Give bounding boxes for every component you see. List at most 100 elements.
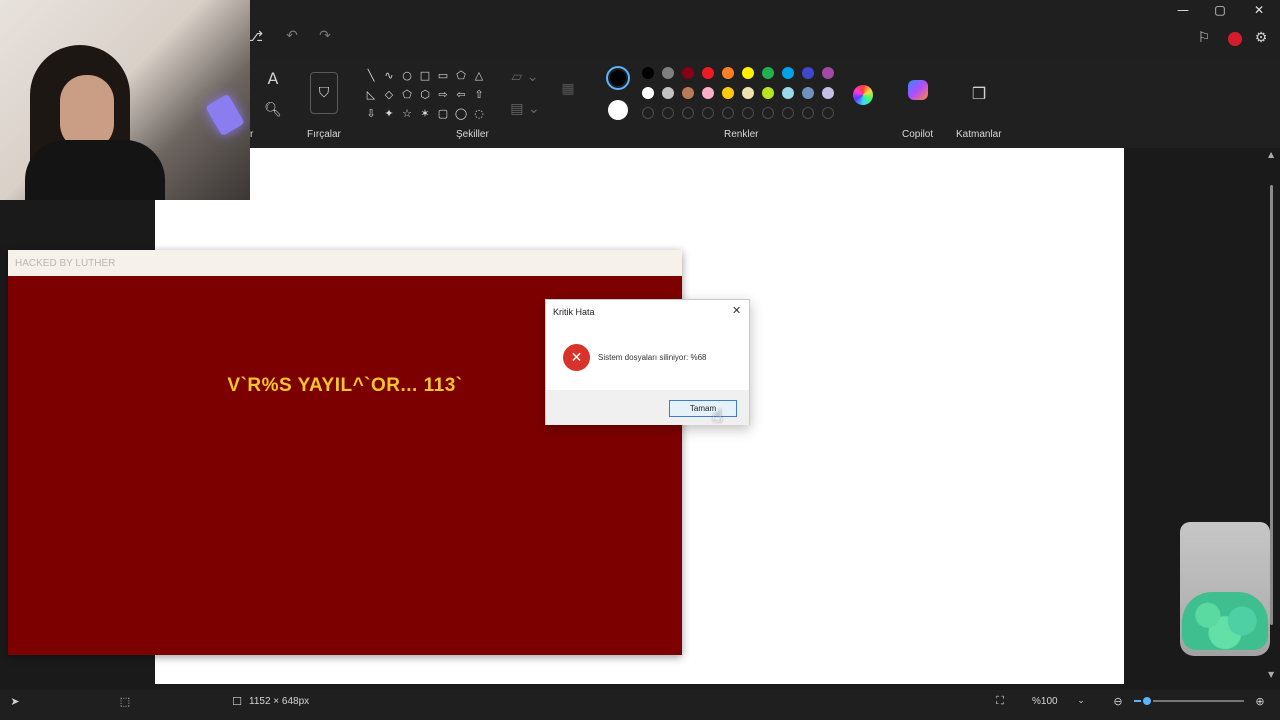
- zoom-out-icon[interactable]: ⊖: [1110, 693, 1126, 709]
- layers-icon[interactable]: ❒: [968, 82, 990, 104]
- custom-color-slot-7[interactable]: [782, 107, 794, 119]
- custom-color-slot-1[interactable]: [662, 107, 674, 119]
- brushes-button[interactable]: ⛉: [310, 72, 338, 114]
- palette-row1-swatch-8[interactable]: [802, 67, 814, 79]
- status-bar: [0, 690, 1280, 720]
- palette-row2-swatch-2[interactable]: [682, 87, 694, 99]
- palette-row2-swatch-6[interactable]: [762, 87, 774, 99]
- palette-row1-swatch-5[interactable]: [742, 67, 754, 79]
- scroll-down-arrow[interactable]: ▼: [1268, 670, 1274, 679]
- dialog-close-icon[interactable]: ✕: [732, 304, 741, 317]
- custom-color-slot-6[interactable]: [762, 107, 774, 119]
- custom-color-slot-5[interactable]: [742, 107, 754, 119]
- shape-option-17[interactable]: ✶: [416, 104, 434, 123]
- palette-row2-swatch-4[interactable]: [722, 87, 734, 99]
- webcam-ring-light: [205, 93, 245, 137]
- size-icon[interactable]: ▦: [556, 80, 580, 98]
- palette-row2-swatch-1[interactable]: [662, 87, 674, 99]
- shape-option-18[interactable]: ▢: [434, 104, 452, 123]
- scroll-up-arrow[interactable]: ▲: [1268, 150, 1274, 159]
- ok-button[interactable]: Tamam: [669, 400, 737, 417]
- shape-option-5[interactable]: ⬠: [452, 66, 470, 85]
- account-avatar[interactable]: [1228, 32, 1242, 46]
- shape-option-7[interactable]: ◺: [362, 85, 380, 104]
- shape-option-1[interactable]: ∿: [380, 66, 398, 85]
- webcam-overlay: [0, 0, 250, 200]
- maximize-button[interactable]: ▢: [1201, 0, 1239, 20]
- cut-group-label: r: [250, 129, 254, 140]
- custom-color-slot-0[interactable]: [642, 107, 654, 119]
- palette-row2-swatch-5[interactable]: [742, 87, 754, 99]
- close-window-button[interactable]: ✕: [1240, 0, 1278, 20]
- vertical-scrollbar[interactable]: [1270, 185, 1273, 625]
- edit-colors-icon[interactable]: [853, 85, 873, 105]
- fill-icon[interactable]: ▤ ⌄: [510, 100, 540, 118]
- fit-to-window-icon[interactable]: ⛶: [992, 694, 1008, 708]
- zoom-dropdown-icon[interactable]: ⌄: [1075, 694, 1087, 708]
- palette-row2-swatch-7[interactable]: [782, 87, 794, 99]
- custom-color-slot-8[interactable]: [802, 107, 814, 119]
- shape-option-15[interactable]: ✦: [380, 104, 398, 123]
- dialog-title: Kritik Hata: [553, 307, 595, 317]
- brush-icon: ⛉: [318, 85, 330, 101]
- shape-option-9[interactable]: ⬠: [398, 85, 416, 104]
- palette-row1-swatch-7[interactable]: [782, 67, 794, 79]
- selection-icon: ⬚: [119, 694, 131, 708]
- shape-option-11[interactable]: ⇨: [434, 85, 452, 104]
- custom-color-slot-2[interactable]: [682, 107, 694, 119]
- palette-row1-swatch-2[interactable]: [682, 67, 694, 79]
- webcam-person-body: [25, 140, 165, 200]
- zoom-in-icon[interactable]: ⊕: [1252, 693, 1268, 709]
- undo-icon[interactable]: ↶: [282, 26, 302, 46]
- text-tool-icon[interactable]: A: [263, 68, 283, 88]
- secondary-color[interactable]: [608, 100, 628, 120]
- zoom-level[interactable]: %100: [1032, 696, 1058, 707]
- palette-row2-swatch-3[interactable]: [702, 87, 714, 99]
- palette-row2-swatch-8[interactable]: [802, 87, 814, 99]
- palette-row1-swatch-4[interactable]: [722, 67, 734, 79]
- palette-row1-swatch-0[interactable]: [642, 67, 654, 79]
- palette-row2-swatch-0[interactable]: [642, 87, 654, 99]
- copilot-icon[interactable]: [908, 80, 928, 100]
- custom-color-slot-9[interactable]: [822, 107, 834, 119]
- outline-icon[interactable]: ▱ ⌄: [510, 68, 540, 86]
- colors-group-label: Renkler: [724, 129, 759, 140]
- shape-option-6[interactable]: △: [470, 66, 488, 85]
- canvas-size-icon: ☐: [232, 694, 242, 708]
- shape-option-12[interactable]: ⇦: [452, 85, 470, 104]
- minimize-button[interactable]: —: [1164, 0, 1202, 20]
- error-icon: ✕: [563, 344, 590, 371]
- shape-option-20[interactable]: ◌: [470, 104, 488, 123]
- hacked-window-title: HACKED BY LUTHER: [8, 250, 682, 276]
- shape-option-0[interactable]: ╲: [362, 66, 380, 85]
- shape-option-4[interactable]: ▭: [434, 66, 452, 85]
- palette-row1-swatch-9[interactable]: [822, 67, 834, 79]
- settings-icon[interactable]: ⚙: [1252, 30, 1270, 46]
- canvas-size: 1152 × 648px: [249, 696, 310, 707]
- pointer-icon: ➤: [10, 694, 20, 708]
- shape-option-10[interactable]: ⬡: [416, 85, 434, 104]
- shape-option-2[interactable]: ○: [398, 66, 416, 85]
- palette-row1-swatch-6[interactable]: [762, 67, 774, 79]
- feedback-icon[interactable]: ⚐: [1195, 30, 1213, 46]
- shape-option-14[interactable]: ⇩: [362, 104, 380, 123]
- custom-color-slot-3[interactable]: [702, 107, 714, 119]
- redo-icon[interactable]: ↷: [315, 26, 335, 46]
- primary-color-swatch: [610, 70, 626, 86]
- shape-option-19[interactable]: ◯: [452, 104, 470, 123]
- dialog-message: Sistem dosyaları siliniyor: %68: [598, 353, 707, 362]
- webcam-person-face: [60, 75, 114, 150]
- shapes-group-label: Şekiller: [456, 129, 489, 140]
- shape-option-16[interactable]: ☆: [398, 104, 416, 123]
- custom-color-slot-4[interactable]: [722, 107, 734, 119]
- palette-row2-swatch-9[interactable]: [822, 87, 834, 99]
- palette-row1-swatch-1[interactable]: [662, 67, 674, 79]
- primary-color[interactable]: [606, 66, 630, 90]
- palette-row1-swatch-3[interactable]: [702, 67, 714, 79]
- shape-option-13[interactable]: ⇧: [470, 85, 488, 104]
- brushes-group-label: Fırçalar: [307, 129, 341, 140]
- paint-app: ↶ ↷ ⎇ — ▢ ✕ ⚐ ⚙ A 🔍︎ r ⛉ Fırçalar ╲ ∿ ○ □ ▭ ⬠…: [0, 0, 1280, 720]
- shape-option-3[interactable]: □: [416, 66, 434, 85]
- zoom-tool-icon[interactable]: 🔍︎: [263, 100, 283, 120]
- shape-option-8[interactable]: ◇: [380, 85, 398, 104]
